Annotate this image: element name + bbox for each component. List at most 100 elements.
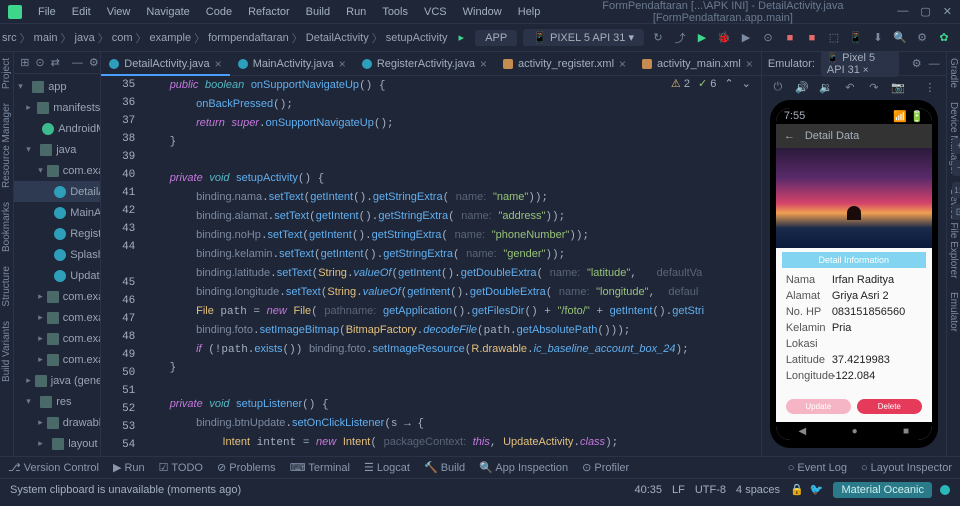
- rail-structure[interactable]: Structure: [1, 266, 12, 307]
- menu-vcs[interactable]: VCS: [416, 6, 455, 18]
- tool-event-log[interactable]: ○ Event Log: [788, 462, 847, 474]
- sdk-icon[interactable]: ⬇: [870, 30, 886, 46]
- editor-tab[interactable]: RegisterActivity.java×: [354, 52, 495, 76]
- breadcrumb[interactable]: setupActivity: [386, 32, 448, 44]
- minimize-icon[interactable]: —: [897, 5, 908, 18]
- close-tab-icon[interactable]: ×: [339, 57, 346, 71]
- breadcrumb[interactable]: com: [112, 32, 133, 44]
- select-opened-icon[interactable]: ⊙: [35, 55, 44, 71]
- search-icon[interactable]: 🔍: [892, 30, 908, 46]
- chevron-down-icon[interactable]: ⌄: [742, 77, 751, 90]
- tree-item[interactable]: UpdateAc: [14, 265, 100, 286]
- breadcrumb[interactable]: formpendaftaran: [208, 32, 289, 44]
- tree-item[interactable]: DetailActi: [14, 181, 100, 202]
- emu-more-icon[interactable]: ⋮: [922, 79, 938, 95]
- tool-profiler[interactable]: ⊙ Profiler: [582, 461, 629, 474]
- theme-badge[interactable]: Material Oceanic: [833, 482, 932, 498]
- maximize-icon[interactable]: ▢: [920, 5, 930, 18]
- emu-volup-icon[interactable]: 🔊: [794, 79, 810, 95]
- rail-build-variants[interactable]: Build Variants: [1, 321, 12, 382]
- tool-logcat[interactable]: ☰ Logcat: [364, 461, 410, 474]
- chevron-up-icon[interactable]: ⌃: [724, 77, 733, 90]
- tree-item[interactable]: ▾com.example: [14, 160, 100, 181]
- android-view-icon[interactable]: ⊞: [20, 55, 29, 71]
- warnings-badge[interactable]: ⚠ 2: [671, 77, 690, 90]
- emu-zoomout-icon[interactable]: −: [952, 160, 960, 176]
- close-tab-icon[interactable]: ×: [480, 57, 487, 71]
- tool-layout-inspector[interactable]: ○ Layout Inspector: [861, 462, 952, 474]
- menu-run[interactable]: Run: [338, 6, 374, 18]
- emu-ratio[interactable]: 1:1: [952, 182, 960, 198]
- device-selector[interactable]: 📱 PIXEL 5 API 31 ▾: [523, 29, 644, 46]
- tree-item[interactable]: ▸drawable: [14, 412, 100, 433]
- editor-tab[interactable]: DetailActivity.java×: [101, 52, 229, 76]
- tool-todo[interactable]: ☑ TODO: [159, 461, 203, 474]
- run-config-selector[interactable]: APP: [475, 30, 517, 46]
- emu-shot-icon[interactable]: 📷: [890, 79, 906, 95]
- menu-navigate[interactable]: Navigate: [138, 6, 197, 18]
- tree-item[interactable]: MainActiv: [14, 202, 100, 223]
- breadcrumb[interactable]: example: [149, 32, 191, 44]
- menu-file[interactable]: File: [30, 6, 64, 18]
- indent[interactable]: 4 spaces: [736, 484, 780, 496]
- emu-rotl-icon[interactable]: ↶: [842, 79, 858, 95]
- tree-item[interactable]: SplashScr: [14, 244, 100, 265]
- emu-fit-icon[interactable]: ⊡: [952, 204, 960, 220]
- run-icon[interactable]: ▶: [694, 30, 710, 46]
- debug-icon[interactable]: 🐞: [716, 30, 732, 46]
- tree-item[interactable]: ▸com.example: [14, 307, 100, 328]
- back-icon[interactable]: ←: [784, 130, 795, 142]
- tree-item[interactable]: ▸layout: [14, 433, 100, 454]
- tree-item[interactable]: ▾res: [14, 391, 100, 412]
- stop2-icon[interactable]: ■: [804, 30, 820, 46]
- tree-item[interactable]: ▸java (generated): [14, 370, 100, 391]
- tree-item[interactable]: RegisterA: [14, 223, 100, 244]
- tree-item[interactable]: ▾java: [14, 139, 100, 160]
- tool-problems[interactable]: ⊘ Problems: [217, 461, 276, 474]
- breadcrumb[interactable]: main: [34, 32, 58, 44]
- menu-tools[interactable]: Tools: [374, 6, 416, 18]
- tree-item[interactable]: ▸com.example: [14, 286, 100, 307]
- menu-code[interactable]: Code: [198, 6, 240, 18]
- menu-view[interactable]: View: [99, 6, 139, 18]
- rail-project[interactable]: Project: [1, 58, 12, 89]
- rail-emulator[interactable]: Emulator: [948, 292, 959, 332]
- tool-run[interactable]: ▶ Run: [113, 461, 145, 474]
- emu-hide-icon[interactable]: —: [928, 56, 939, 72]
- rail-bookmarks[interactable]: Bookmarks: [1, 202, 12, 252]
- menu-build[interactable]: Build: [298, 6, 338, 18]
- editor-tab[interactable]: MainActivity.java×: [230, 52, 354, 76]
- more-icon[interactable]: ⬚: [826, 30, 842, 46]
- sync-icon[interactable]: ↻: [650, 30, 666, 46]
- settings-icon[interactable]: ⚙: [914, 30, 930, 46]
- coverage-icon[interactable]: ▶: [738, 30, 754, 46]
- attach-icon[interactable]: ■: [782, 30, 798, 46]
- code-editor[interactable]: public boolean onSupportNavigateUp() { o…: [143, 76, 761, 456]
- menu-refactor[interactable]: Refactor: [240, 6, 298, 18]
- rail-resource-manager[interactable]: Resource Manager: [1, 103, 12, 188]
- expand-icon[interactable]: ⇄: [51, 55, 60, 71]
- avd-icon[interactable]: 📱: [848, 30, 864, 46]
- editor-tab[interactable]: activity_main.xml×: [634, 52, 761, 76]
- tweet-icon[interactable]: 🐦: [810, 483, 824, 496]
- tool-terminal[interactable]: ⌨ Terminal: [290, 461, 350, 474]
- tool-version-control[interactable]: ⎇ Version Control: [8, 461, 99, 474]
- collapse-icon[interactable]: —: [72, 55, 83, 71]
- emu-power-icon[interactable]: ⏻: [770, 79, 786, 95]
- tool-app-inspection[interactable]: 🔍 App Inspection: [479, 461, 568, 474]
- emu-voldn-icon[interactable]: 🔉: [818, 79, 834, 95]
- caret-position[interactable]: 40:35: [634, 484, 662, 496]
- breadcrumb[interactable]: java: [75, 32, 95, 44]
- close-tab-icon[interactable]: ×: [746, 57, 753, 71]
- tree-item[interactable]: ▸com.example: [14, 328, 100, 349]
- encoding[interactable]: UTF-8: [695, 484, 726, 496]
- close-tab-icon[interactable]: ×: [215, 57, 222, 71]
- emu-gear-icon[interactable]: ⚙: [911, 56, 922, 72]
- gear-icon[interactable]: ⚙: [89, 55, 99, 71]
- rail-gradle[interactable]: Gradle: [948, 58, 959, 88]
- close-tab-icon[interactable]: ×: [619, 57, 626, 71]
- menu-window[interactable]: Window: [455, 6, 510, 18]
- editor-tab[interactable]: activity_register.xml×: [495, 52, 634, 76]
- stop-icon[interactable]: ⤴: [672, 30, 688, 46]
- tree-item[interactable]: ▸manifests: [14, 97, 100, 118]
